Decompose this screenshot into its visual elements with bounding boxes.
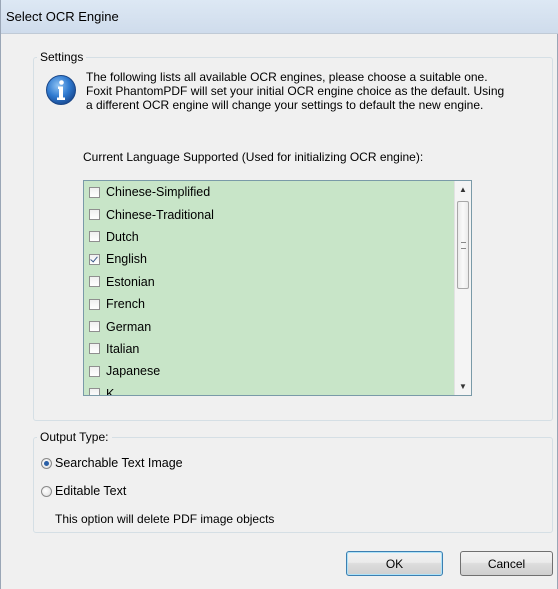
- language-list: Chinese-Simplified Chinese-Traditional D…: [84, 181, 454, 396]
- dialog-title: Select OCR Engine: [6, 9, 119, 24]
- checkbox[interactable]: [89, 209, 100, 221]
- description-line: a different OCR engine will change your …: [86, 98, 484, 112]
- language-listbox[interactable]: Chinese-Simplified Chinese-Traditional D…: [83, 180, 472, 396]
- searchable-text-image-radio[interactable]: [41, 458, 52, 469]
- searchable-text-image-label[interactable]: Searchable Text Image: [55, 456, 183, 470]
- language-label: K: [106, 386, 115, 396]
- editable-text-label[interactable]: Editable Text: [55, 484, 126, 498]
- language-item-partial[interactable]: K: [84, 383, 454, 396]
- cancel-button[interactable]: Cancel: [460, 551, 553, 576]
- scrollbar-thumb[interactable]: [457, 201, 469, 289]
- title-bar[interactable]: Select OCR Engine: [1, 0, 558, 34]
- language-label: German: [106, 319, 152, 334]
- description-line: Foxit PhantomPDF will set your initial O…: [86, 84, 505, 98]
- info-icon: [46, 75, 76, 105]
- grip-icon: [461, 242, 466, 249]
- dialog-window: Select OCR Engine Settings The following…: [0, 0, 558, 589]
- language-item-japanese[interactable]: Japanese: [84, 360, 454, 382]
- language-label: Estonian: [106, 274, 155, 289]
- language-label: Dutch: [106, 229, 139, 244]
- checkbox[interactable]: [89, 388, 100, 395]
- language-item-english[interactable]: English: [84, 248, 454, 270]
- description-line: The following lists all available OCR en…: [86, 70, 488, 84]
- language-caption: Current Language Supported (Used for ini…: [83, 150, 424, 164]
- language-item-estonian[interactable]: Estonian: [84, 271, 454, 293]
- settings-description: The following lists all available OCR en…: [86, 70, 536, 112]
- checkbox-checked[interactable]: [89, 253, 100, 265]
- scroll-down-arrow-icon[interactable]: ▼: [455, 378, 471, 395]
- language-label: French: [106, 297, 145, 312]
- language-item-chinese-traditional[interactable]: Chinese-Traditional: [84, 203, 454, 225]
- scroll-up-arrow-icon[interactable]: ▲: [455, 181, 471, 198]
- settings-legend: Settings: [37, 50, 87, 64]
- language-item-dutch[interactable]: Dutch: [84, 226, 454, 248]
- language-item-french[interactable]: French: [84, 293, 454, 315]
- editable-text-radio[interactable]: [41, 486, 52, 497]
- ok-button[interactable]: OK: [346, 551, 443, 576]
- language-item-italian[interactable]: Italian: [84, 338, 454, 360]
- checkbox[interactable]: [89, 186, 100, 198]
- language-label: Japanese: [106, 364, 161, 379]
- checkbox[interactable]: [89, 343, 100, 355]
- checkbox[interactable]: [89, 298, 100, 310]
- language-item-chinese-simplified[interactable]: Chinese-Simplified: [84, 181, 454, 203]
- checkbox[interactable]: [89, 276, 100, 288]
- language-label: Chinese-Traditional: [106, 207, 214, 222]
- output-type-legend: Output Type:: [37, 430, 112, 444]
- language-item-german[interactable]: German: [84, 315, 454, 337]
- language-label: Italian: [106, 341, 140, 356]
- language-label: English: [106, 252, 147, 267]
- output-note: This option will delete PDF image object…: [55, 512, 275, 526]
- vertical-scrollbar[interactable]: ▲ ▼: [454, 181, 471, 395]
- language-label: Chinese-Simplified: [106, 185, 211, 200]
- checkbox[interactable]: [89, 231, 100, 243]
- checkbox[interactable]: [89, 321, 100, 333]
- checkbox[interactable]: [89, 365, 100, 377]
